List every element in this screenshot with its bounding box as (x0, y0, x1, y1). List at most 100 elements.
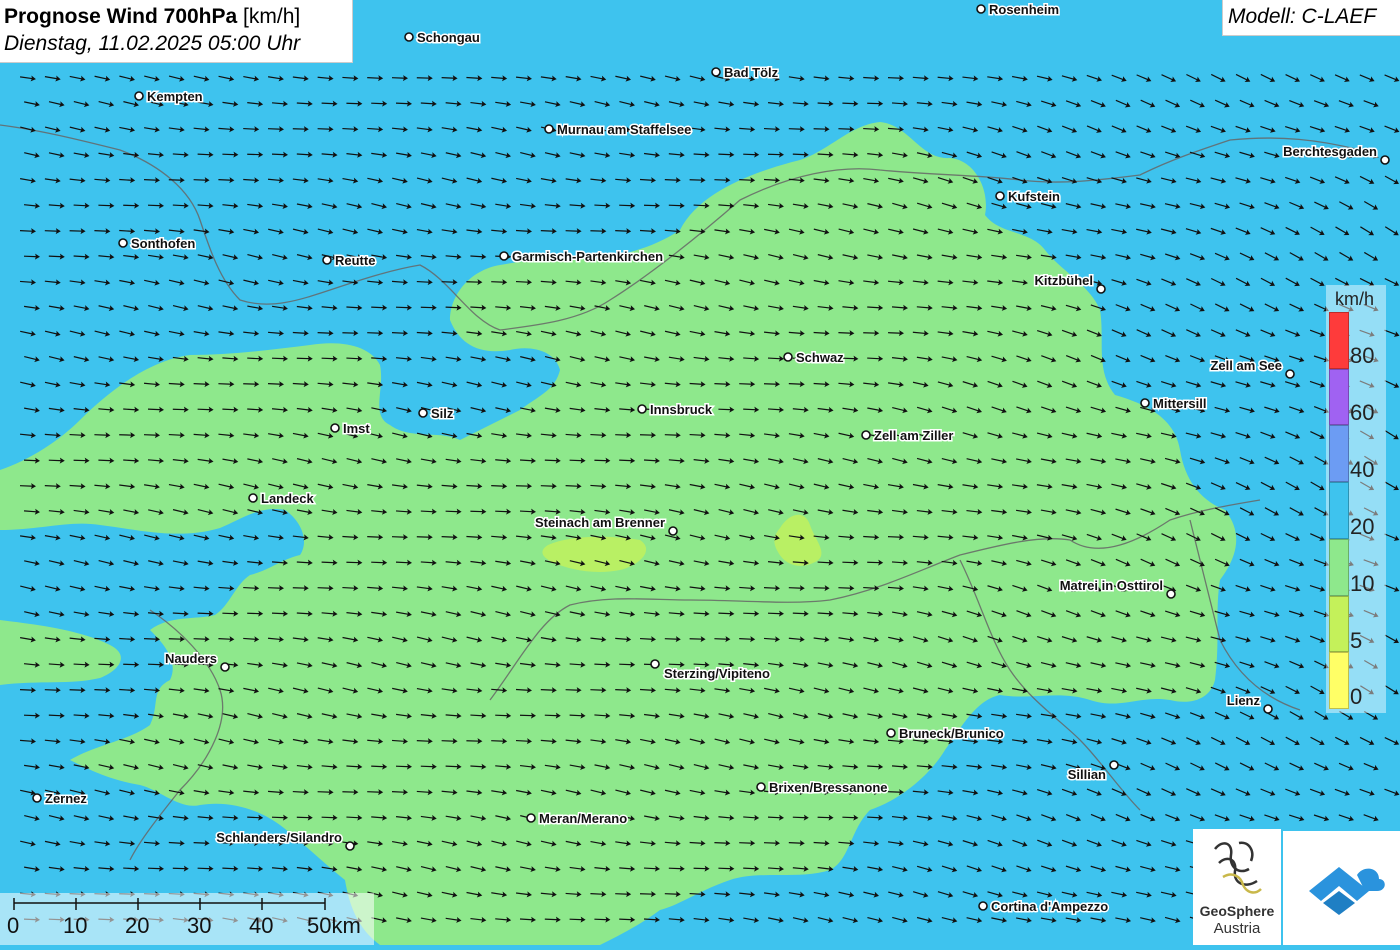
city-dot (135, 92, 143, 100)
scale-label-0: 0 (7, 913, 19, 939)
city-marker: Zell am Ziller (862, 428, 953, 443)
city-label: Imst (343, 421, 370, 436)
city-dot (527, 814, 535, 822)
legend-swatch-60 (1329, 369, 1349, 426)
legend-swatch-0 (1329, 652, 1349, 709)
legend-label-80: 80 (1350, 343, 1374, 369)
city-dot (221, 663, 229, 671)
city-dot (1381, 156, 1389, 164)
city-label: Sonthofen (131, 236, 195, 251)
city-dot (33, 794, 41, 802)
legend-label-60: 60 (1350, 400, 1374, 426)
city-label: Meran/Merano (539, 811, 627, 826)
legend-swatch-20 (1329, 482, 1349, 539)
forecast-datetime: Dienstag, 11.02.2025 05:00 Uhr (4, 30, 352, 58)
city-label: Steinach am Brenner (535, 515, 665, 530)
city-marker: Meran/Merano (527, 811, 627, 826)
city-label: Schongau (417, 30, 480, 45)
legend-label-40: 40 (1350, 457, 1374, 483)
city-marker: Schongau (405, 30, 480, 45)
city-label: Innsbruck (650, 402, 713, 417)
city-label: Schlanders/Silandro (216, 830, 342, 845)
city-dot (249, 494, 257, 502)
city-dot (862, 431, 870, 439)
city-marker: Brixen/Bressanone (757, 780, 888, 795)
title-unit: [km/h] (243, 5, 300, 28)
city-label: Matrei in Osttirol (1060, 578, 1163, 593)
city-label: Kempten (147, 89, 203, 104)
legend-swatch-80 (1329, 312, 1349, 369)
city-label: Cortina d'Ampezzo (991, 899, 1108, 914)
model-label: Modell: C-LAEF (1222, 0, 1400, 36)
legend-color-bar (1329, 312, 1349, 709)
city-dot (979, 902, 987, 910)
city-dot (996, 192, 1004, 200)
city-dot (1286, 370, 1294, 378)
city-label: Bad Tölz (724, 65, 779, 80)
city-dot (545, 125, 553, 133)
city-dot (784, 353, 792, 361)
title-main: Prognose Wind 700hPa (4, 5, 237, 28)
city-dot (331, 424, 339, 432)
city-dot (757, 783, 765, 791)
city-marker: Rosenheim (977, 2, 1059, 17)
city-label: Garmisch-Partenkirchen (512, 249, 663, 264)
scale-label-10: 10 (63, 913, 87, 939)
scale-label-40: 40 (249, 913, 273, 939)
city-marker: Sonthofen (119, 236, 195, 251)
scale-label-50km: 50km (307, 913, 361, 939)
city-label: Landeck (261, 491, 315, 506)
city-dot (712, 68, 720, 76)
city-label: Bruneck/Brunico (899, 726, 1004, 741)
title-panel: Prognose Wind 700hPa [km/h] Dienstag, 11… (0, 0, 353, 63)
city-dot (1110, 761, 1118, 769)
scale-label-30: 30 (187, 913, 211, 939)
city-label: Kitzbühel (1035, 273, 1094, 288)
city-dot (346, 842, 354, 850)
city-marker: Garmisch-Partenkirchen (500, 249, 663, 264)
city-dot (977, 5, 985, 13)
map-title: Prognose Wind 700hPa [km/h] (4, 3, 352, 30)
city-label: Brixen/Bressanone (769, 780, 888, 795)
city-dot (638, 405, 646, 413)
legend-swatch-5 (1329, 596, 1349, 653)
geosphere-swirl-icon (1193, 829, 1281, 905)
scale-label-20: 20 (125, 913, 149, 939)
legend-label-10: 10 (1350, 571, 1374, 597)
city-label: Sillian (1068, 767, 1106, 782)
legend-unit: km/h (1335, 289, 1374, 310)
city-label: Sterzing/Vipiteno (664, 666, 770, 681)
cloud-app-logo[interactable] (1283, 831, 1400, 945)
city-label: Schwaz (796, 350, 844, 365)
legend-swatch-10 (1329, 539, 1349, 596)
city-dot (887, 729, 895, 737)
cloud-arrow-icon (1283, 831, 1400, 945)
legend-label-20: 20 (1350, 514, 1374, 540)
city-marker: Innsbruck (638, 402, 713, 417)
city-dot (669, 527, 677, 535)
city-marker: Bruneck/Brunico (887, 726, 1004, 741)
geosphere-name: GeoSphere (1193, 902, 1281, 920)
wind-map[interactable]: Rosenheim Schongau Bad Tölz Kempten Murnau a… (0, 0, 1400, 945)
city-marker: Murnau am Staffelsee (545, 122, 691, 137)
city-label: Murnau am Staffelsee (557, 122, 691, 137)
city-dot (1141, 399, 1149, 407)
city-label: Lienz (1227, 693, 1261, 708)
legend-label-5: 5 (1350, 628, 1362, 654)
city-dot (1167, 590, 1175, 598)
city-label: Mittersill (1153, 396, 1206, 411)
city-label: Reutte (335, 253, 375, 268)
city-label: Kufstein (1008, 189, 1060, 204)
city-dot (1097, 285, 1105, 293)
city-marker: Cortina d'Ampezzo (979, 899, 1108, 914)
city-dot (651, 660, 659, 668)
city-dot (405, 33, 413, 41)
legend-label-0: 0 (1350, 684, 1362, 710)
city-label: Nauders (165, 651, 217, 666)
city-label: Zell am Ziller (874, 428, 953, 443)
city-dot (1264, 705, 1272, 713)
legend-swatch-40 (1329, 425, 1349, 482)
city-dot (323, 256, 331, 264)
city-label: Rosenheim (989, 2, 1059, 17)
geosphere-country: Austria (1193, 920, 1281, 937)
